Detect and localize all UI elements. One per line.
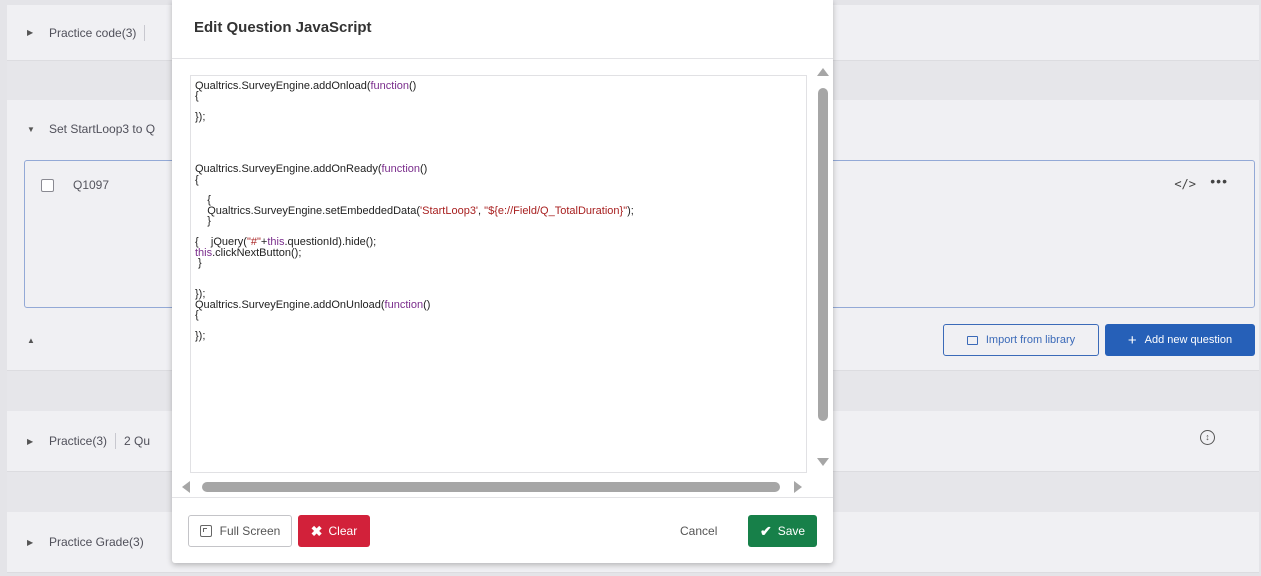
- code-line: Qualtrics.SurveyEngine.addOnReady(functi…: [195, 163, 428, 176]
- caret-right-icon[interactable]: ▶: [27, 437, 49, 446]
- check-icon: ✔: [759, 522, 772, 539]
- full-screen-button[interactable]: Full Screen: [188, 515, 292, 547]
- close-icon: ✖: [310, 522, 323, 539]
- edit-javascript-modal: Edit Question JavaScript Qualtrics.Surve…: [172, 0, 833, 563]
- scroll-down-icon[interactable]: [817, 458, 829, 466]
- block-title: Set StartLoop3 to Q: [49, 122, 156, 136]
- horizontal-scroll-thumb[interactable]: [202, 482, 780, 492]
- code-line: Qualtrics.SurveyEngine.addOnload(functio…: [195, 80, 417, 92]
- horizontal-scrollbar[interactable]: [182, 480, 802, 494]
- vertical-scrollbar[interactable]: [815, 68, 831, 468]
- code-line: });: [195, 111, 206, 124]
- code-line: Qualtrics.SurveyEngine.setEmbeddedData('…: [195, 204, 634, 217]
- divider: [144, 24, 146, 41]
- scroll-up-icon[interactable]: [817, 68, 829, 76]
- vertical-scroll-thumb[interactable]: [818, 88, 828, 421]
- scroll-right-icon[interactable]: [794, 481, 802, 493]
- block-title: Practice(3): [49, 434, 108, 448]
- question-id: Q1097: [73, 178, 110, 192]
- full-screen-icon: [199, 525, 212, 537]
- modal-footer: Full Screen ✖ Clear Cancel ✔ Save: [172, 497, 833, 564]
- clear-button[interactable]: ✖ Clear: [298, 515, 370, 547]
- cancel-button[interactable]: Cancel: [680, 524, 717, 538]
- plus-icon: +: [1127, 331, 1137, 349]
- save-label: Save: [777, 524, 806, 538]
- timer-icon[interactable]: ↕: [1200, 430, 1215, 445]
- code-line: }: [195, 215, 211, 228]
- more-options-icon[interactable]: •••: [1210, 173, 1228, 189]
- block-title: Practice code(3): [49, 25, 137, 40]
- import-label: Import from library: [985, 334, 1076, 346]
- block-title: Practice Grade(3): [49, 535, 144, 549]
- code-line: {: [195, 90, 199, 103]
- code-icon[interactable]: </>: [1174, 177, 1196, 191]
- code-line: this.clickNextButton();: [195, 246, 302, 259]
- modal-title: Edit Question JavaScript: [194, 19, 372, 36]
- scroll-left-icon[interactable]: [182, 481, 190, 493]
- save-button[interactable]: ✔ Save: [748, 515, 817, 547]
- code-line: Qualtrics.SurveyEngine.addOnUnload(funct…: [195, 298, 431, 311]
- caret-right-icon[interactable]: ▶: [27, 28, 49, 37]
- code-line: }: [195, 256, 202, 269]
- caret-down-icon[interactable]: ▼: [27, 125, 49, 134]
- code-line: {: [195, 173, 199, 186]
- question-checkbox[interactable]: [41, 179, 54, 192]
- library-icon: [966, 335, 978, 345]
- add-label: Add new question: [1144, 334, 1233, 346]
- modal-header: Edit Question JavaScript: [172, 0, 833, 59]
- code-editor[interactable]: Qualtrics.SurveyEngine.addOnload(functio…: [190, 75, 807, 473]
- clear-label: Clear: [328, 524, 358, 538]
- divider: [115, 433, 117, 449]
- full-screen-label: Full Screen: [219, 524, 281, 538]
- caret-right-icon[interactable]: ▶: [27, 538, 49, 547]
- caret-up-icon[interactable]: ▲: [27, 336, 49, 345]
- code-text[interactable]: Qualtrics.SurveyEngine.addOnload(functio…: [195, 80, 634, 342]
- code-line: });: [195, 329, 206, 342]
- import-from-library-button[interactable]: Import from library: [943, 324, 1099, 356]
- block-subtitle: 2 Qu: [124, 434, 151, 448]
- code-line: {: [195, 308, 199, 321]
- add-new-question-button[interactable]: + Add new question: [1105, 324, 1255, 356]
